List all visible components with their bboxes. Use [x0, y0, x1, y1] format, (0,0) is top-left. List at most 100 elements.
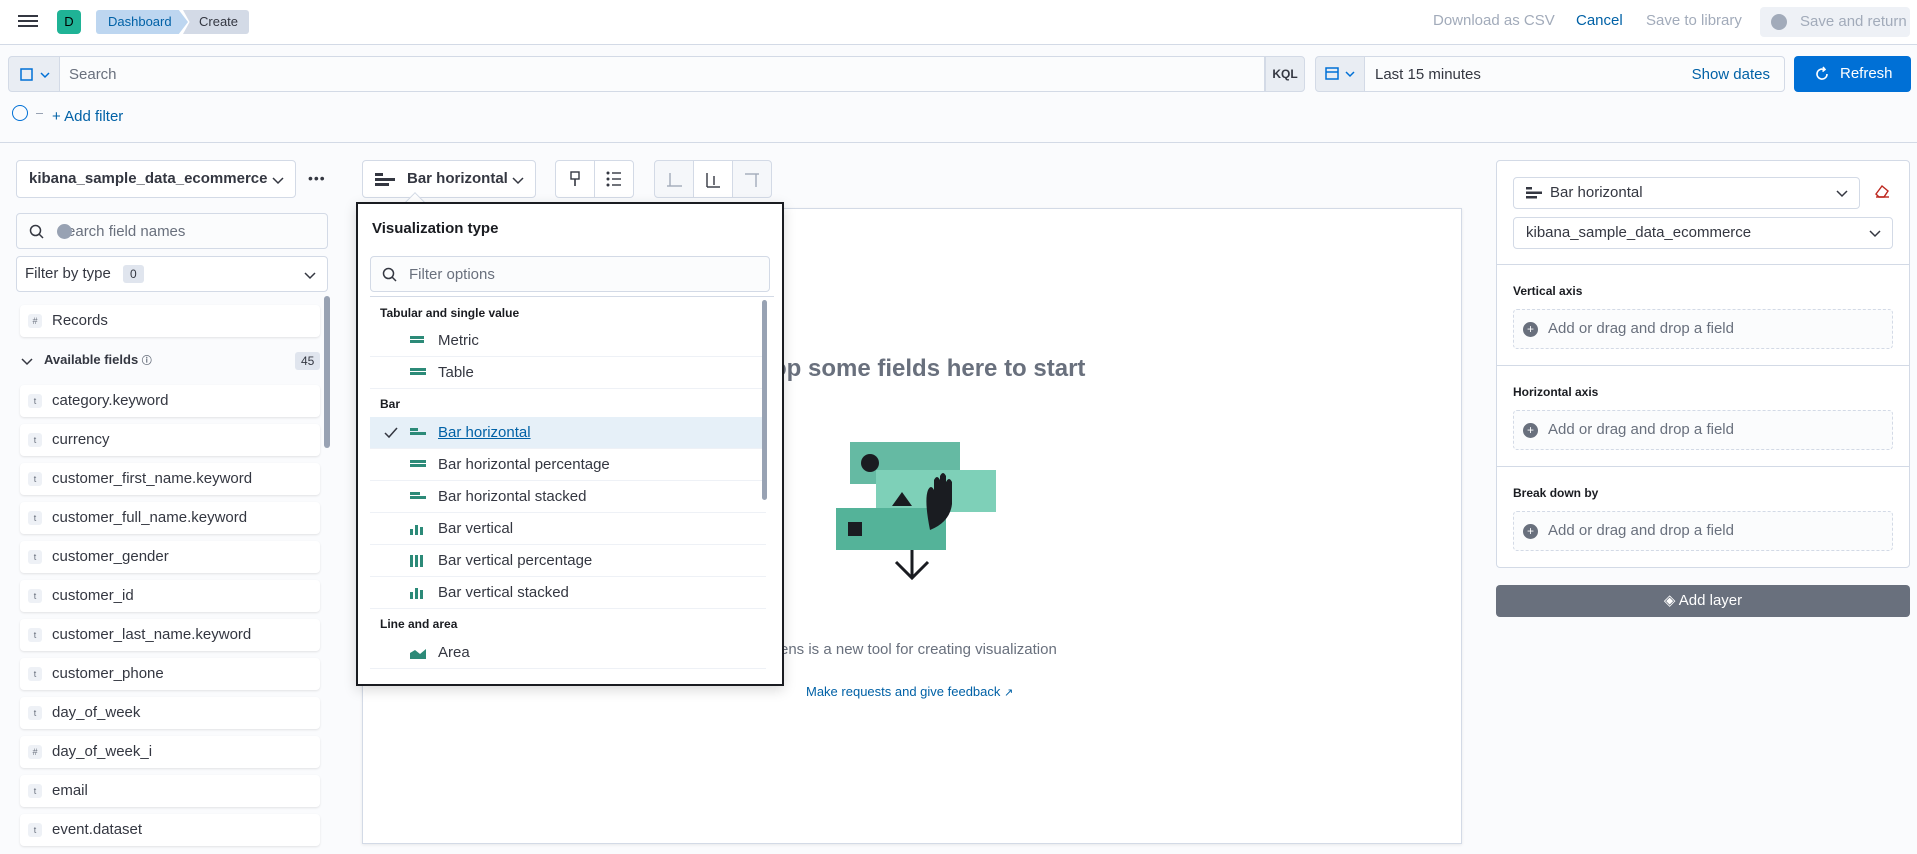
field-name: customer_id: [52, 587, 134, 604]
cancel-link[interactable]: Cancel: [1576, 12, 1623, 29]
field-item[interactable]: t customer_phone: [20, 658, 320, 690]
filter-by-type-button[interactable]: Filter by type 0: [16, 256, 328, 292]
index-pattern-label: kibana_sample_data_ecommerce: [29, 170, 268, 187]
dropzone-label: Add or drag and drop a field: [1548, 522, 1734, 539]
option-table[interactable]: Table: [370, 357, 766, 389]
area-icon: [410, 649, 426, 659]
popover-title: Visualization type: [372, 220, 499, 237]
sidebar-scrollbar[interactable]: [324, 296, 330, 448]
option-bar-vertical-stacked[interactable]: Bar vertical stacked: [370, 577, 766, 609]
bar-vertical-stacked-icon: [410, 588, 423, 599]
time-range-label: Last 15 minutes: [1375, 66, 1481, 83]
field-search-input[interactable]: Search field names: [16, 213, 328, 249]
field-item[interactable]: t email: [20, 775, 320, 807]
field-search-placeholder: Search field names: [57, 223, 186, 240]
option-bar-horizontal[interactable]: Bar horizontal: [370, 417, 766, 449]
index-pattern-picker[interactable]: kibana_sample_data_ecommerce: [16, 160, 296, 198]
metric-icon: [410, 336, 426, 347]
filter-options-input[interactable]: Filter options: [370, 256, 770, 292]
layer-index-pattern-select[interactable]: kibana_sample_data_ecommerce: [1513, 217, 1893, 249]
chevron-down-icon: [1836, 190, 1848, 198]
breadcrumb-dashboard[interactable]: Dashboard: [96, 10, 188, 34]
field-item[interactable]: t category.keyword: [20, 385, 320, 417]
string-token-icon: t: [28, 706, 42, 720]
filter-icon[interactable]: [12, 105, 28, 121]
break-down-by-label: Break down by: [1513, 486, 1599, 500]
divider: [0, 142, 1917, 143]
download-csv-link[interactable]: Download as CSV: [1433, 12, 1555, 29]
popover-scrollbar[interactable]: [762, 300, 767, 500]
bar-horizontal-percentage-icon: [410, 460, 426, 471]
string-token-icon: t: [28, 823, 42, 837]
field-item[interactable]: t customer_first_name.keyword: [20, 463, 320, 495]
search-input[interactable]: Search: [59, 56, 1265, 92]
chevron-down-icon: [304, 272, 316, 280]
right-axis-button[interactable]: [732, 160, 772, 198]
bottom-axis-button[interactable]: [654, 160, 694, 198]
field-item-records[interactable]: # Records: [20, 305, 320, 337]
field-name: currency: [52, 431, 110, 448]
refresh-button[interactable]: Refresh: [1794, 56, 1911, 92]
paint-brush-button[interactable]: [555, 160, 595, 198]
axis-bottom-icon: [667, 173, 682, 187]
saved-query-button[interactable]: [8, 56, 60, 92]
vertical-axis-dropzone[interactable]: + Add or drag and drop a field: [1513, 309, 1893, 349]
save-and-return-button[interactable]: Save and return: [1760, 7, 1910, 37]
field-item[interactable]: t customer_gender: [20, 541, 320, 573]
horizontal-axis-dropzone[interactable]: + Add or drag and drop a field: [1513, 410, 1893, 450]
date-quick-menu-button[interactable]: [1315, 56, 1365, 92]
string-token-icon: t: [28, 394, 42, 408]
option-label: Bar horizontal: [438, 424, 531, 441]
layer-chart-type-select[interactable]: Bar horizontal: [1513, 177, 1860, 209]
option-bar-horizontal-percentage[interactable]: Bar horizontal percentage: [370, 449, 766, 481]
visualization-type-button[interactable]: Bar horizontal: [362, 160, 536, 198]
field-item[interactable]: t customer_id: [20, 580, 320, 612]
option-label: Bar vertical stacked: [438, 584, 569, 601]
feedback-link[interactable]: Make requests and give feedback ↗: [806, 684, 1013, 699]
more-options-icon[interactable]: •••: [308, 170, 328, 188]
field-name: Records: [52, 312, 108, 329]
feedback-link-label: Make requests and give feedback: [806, 684, 1001, 699]
date-range-display[interactable]: Last 15 minutes Show dates: [1364, 56, 1785, 92]
field-item[interactable]: t currency: [20, 424, 320, 456]
field-item[interactable]: t customer_last_name.keyword: [20, 619, 320, 651]
field-name: customer_full_name.keyword: [52, 509, 248, 526]
clear-layer-icon[interactable]: [1874, 184, 1890, 198]
refresh-icon: [1816, 66, 1828, 80]
option-label: Metric: [438, 332, 479, 349]
option-label: Bar horizontal stacked: [438, 488, 587, 505]
query-language-button[interactable]: KQL: [1265, 56, 1305, 92]
available-fields-count: 45: [295, 352, 321, 370]
menu-icon[interactable]: [18, 12, 38, 32]
clear-icon[interactable]: [57, 224, 72, 239]
field-name: customer_first_name.keyword: [52, 470, 253, 487]
chevron-down-icon: [512, 177, 524, 185]
show-dates-link[interactable]: Show dates: [1692, 66, 1770, 83]
field-name: customer_gender: [52, 548, 169, 565]
layer-chart-type-label: Bar horizontal: [1550, 184, 1643, 201]
field-name: email: [52, 782, 88, 799]
field-item[interactable]: # day_of_week_i: [20, 736, 320, 768]
app-avatar[interactable]: D: [57, 10, 81, 34]
option-metric[interactable]: Metric: [370, 325, 766, 357]
add-layer-button[interactable]: ◈ Add layer: [1496, 585, 1910, 617]
legend-button[interactable]: [594, 160, 634, 198]
available-fields-header[interactable]: Available fields ⓘ: [44, 352, 152, 367]
layers-icon: ◈: [1663, 592, 1679, 609]
field-item[interactable]: t day_of_week: [20, 697, 320, 729]
plus-icon: +: [1523, 524, 1538, 539]
save-to-library-link[interactable]: Save to library: [1646, 12, 1742, 29]
left-axis-button[interactable]: [693, 160, 733, 198]
add-filter-button[interactable]: + Add filter: [52, 108, 123, 125]
field-item[interactable]: t customer_full_name.keyword: [20, 502, 320, 534]
workspace-title: op some fields here to start: [772, 355, 1086, 382]
field-item[interactable]: t event.dataset: [20, 814, 320, 846]
drag-drop-illustration-icon: [836, 442, 996, 581]
option-area[interactable]: Area: [370, 637, 766, 669]
option-bar-vertical-percentage[interactable]: Bar vertical percentage: [370, 545, 766, 577]
string-token-icon: t: [28, 511, 42, 525]
option-bar-vertical[interactable]: Bar vertical: [370, 513, 766, 545]
chevron-down-icon[interactable]: [20, 355, 34, 369]
break-down-by-dropzone[interactable]: + Add or drag and drop a field: [1513, 511, 1893, 551]
option-bar-horizontal-stacked[interactable]: Bar horizontal stacked: [370, 481, 766, 513]
